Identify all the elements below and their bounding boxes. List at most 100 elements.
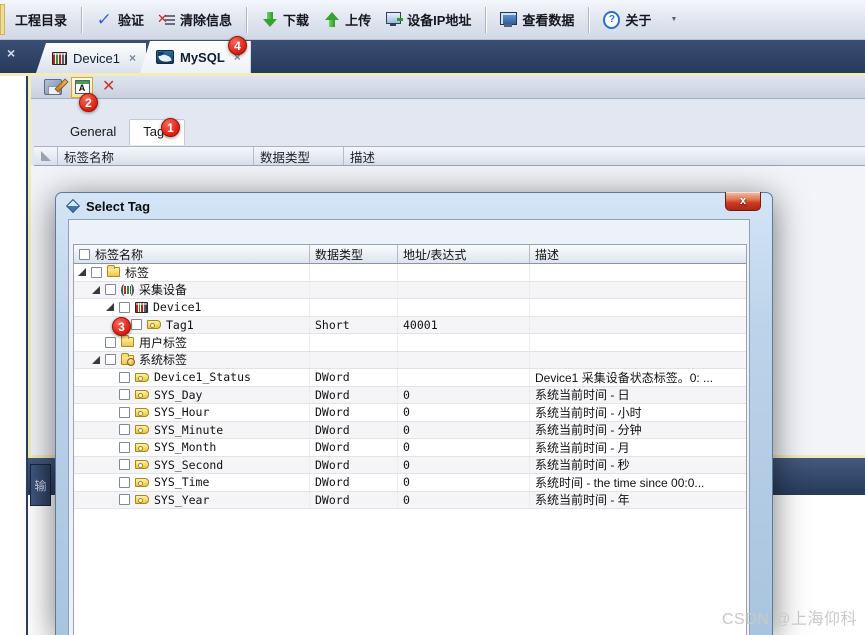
tag-name: Device1 <box>153 300 202 315</box>
dialog-titlebar[interactable]: Select Tag x <box>56 192 772 219</box>
tag-row-Device1_Status[interactable]: Device1_Status DWord Device1 采集设备状态标签。0: .… <box>74 369 746 387</box>
tag-name: SYS_Year <box>154 492 210 507</box>
app-window: 工程目录 验证 清除信息 下载 上传 设备IP地址 查看数据 关于 × Device1 × M… <box>0 0 865 635</box>
toolbar-button-device-ip[interactable]: 设备IP地址 <box>378 6 478 33</box>
check-icon <box>96 11 113 28</box>
tab-device1-close-icon[interactable]: × <box>129 51 136 65</box>
tag-checkbox[interactable] <box>105 336 116 348</box>
select-all-checkbox[interactable] <box>79 248 90 260</box>
column-data-type[interactable]: 数据类型 <box>254 147 344 165</box>
tag-icon <box>135 407 149 417</box>
tag-row-SYS_Second[interactable]: SYS_Second DWord 0 系统当前时间 - 秒 <box>74 456 746 474</box>
header-description[interactable]: 描述 <box>530 245 746 263</box>
dialog-content: 标签名称 数据类型 地址/表达式 描述 标签 采集设备 Device1 Tag1 Sho… <box>68 219 750 635</box>
tag-row-SYS_Day[interactable]: SYS_Day DWord 0 系统当前时间 - 日 <box>74 386 746 404</box>
column-description[interactable]: 描述 <box>344 147 865 165</box>
tag-name: SYS_Hour <box>154 405 210 420</box>
tag-checkbox[interactable] <box>119 494 130 506</box>
toolbar-button-project-dir[interactable]: 工程目录 <box>8 6 74 33</box>
tag-address: 0 <box>398 439 530 456</box>
left-rail <box>0 73 28 635</box>
toolbar-button-download[interactable]: 下载 <box>254 6 316 33</box>
tag-description <box>530 299 746 316</box>
tag-address <box>398 299 530 316</box>
delete-icon[interactable]: ✕ <box>102 79 115 95</box>
editor-toolbar: ✕ <box>31 76 865 99</box>
toolbar-button-label: 查看数据 <box>522 13 575 28</box>
tag-checkbox[interactable] <box>105 354 116 366</box>
tag-address: 0 <box>398 491 530 508</box>
tag-data-type: DWord <box>310 421 398 438</box>
column-tag-name[interactable]: 标签名称 <box>58 147 254 165</box>
toolbar-button-about[interactable]: 关于 <box>596 6 658 33</box>
tag-description: 系统当前时间 - 月 <box>535 440 630 455</box>
tag-checkbox[interactable] <box>119 406 130 418</box>
tab-general[interactable]: General <box>57 120 129 145</box>
device-rack-icon <box>52 51 67 65</box>
tag-data-type: DWord <box>310 474 398 491</box>
document-tabs: Device1 × MySQL × <box>36 40 251 73</box>
save-icon[interactable] <box>44 79 62 95</box>
close-panel-icon[interactable]: × <box>7 46 15 60</box>
dialog-close-button[interactable]: x <box>725 192 761 211</box>
folder-sys-icon <box>121 352 135 366</box>
toolbar-button-upload[interactable]: 上传 <box>316 6 378 33</box>
expander-icon[interactable] <box>106 303 114 312</box>
tag-row-SYS_Time[interactable]: SYS_Time DWord 0 系统时间 - the time since 00:0… <box>74 474 746 492</box>
toolbar-button-clear-info[interactable]: 清除信息 <box>151 6 239 33</box>
selector-triangle-icon <box>40 151 51 161</box>
tag-address <box>398 369 530 386</box>
step-badge-3: 3 <box>112 317 131 336</box>
tag-data-type: DWord <box>310 369 398 386</box>
tag-row-Tag1[interactable]: Tag1 Short 40001 <box>74 316 746 334</box>
row-selector-header[interactable] <box>34 147 58 165</box>
tag-checkbox[interactable] <box>119 424 130 436</box>
expander-icon[interactable] <box>78 268 86 277</box>
tab-device1[interactable]: Device1 × <box>36 43 146 73</box>
tag-icon <box>135 495 149 505</box>
tag-row-系统标签[interactable]: 系统标签 <box>74 351 746 369</box>
tag-row-用户标签[interactable]: 用户标签 <box>74 334 746 352</box>
header-tag-name[interactable]: 标签名称 <box>74 245 310 263</box>
tag-checkbox[interactable] <box>119 389 130 401</box>
tag-data-type <box>310 264 398 281</box>
tab-mysql-label: MySQL <box>179 49 225 65</box>
header-address[interactable]: 地址/表达式 <box>398 245 530 263</box>
tag-row-采集设备[interactable]: 采集设备 <box>74 281 746 299</box>
toolbar-button-view-data[interactable]: 查看数据 <box>493 6 581 33</box>
tag-row-标签[interactable]: 标签 <box>74 264 746 282</box>
tag-row-Device1[interactable]: Device1 <box>74 299 746 317</box>
tag-data-type: Short <box>310 316 398 333</box>
tag-address: 0 <box>398 474 530 491</box>
tag-description <box>530 334 746 351</box>
tag-checkbox[interactable] <box>119 371 130 383</box>
expander-icon[interactable] <box>92 355 100 364</box>
folder-icon <box>121 335 134 348</box>
tag-row-SYS_Month[interactable]: SYS_Month DWord 0 系统当前时间 - 月 <box>74 439 746 457</box>
expander-icon[interactable] <box>92 285 100 294</box>
toolbar-button-more[interactable] <box>658 7 689 32</box>
tag-checkbox[interactable] <box>91 266 102 278</box>
tag-row-SYS_Hour[interactable]: SYS_Hour DWord 0 系统当前时间 - 小时 <box>74 404 746 422</box>
tag-checkbox[interactable] <box>119 301 130 313</box>
tag-description: 系统当前时间 - 小时 <box>535 405 642 420</box>
tag-address: 0 <box>398 456 530 473</box>
header-data-type[interactable]: 数据类型 <box>310 245 398 263</box>
clear-icon <box>157 11 176 28</box>
output-panel-tab[interactable]: 输 <box>30 464 51 506</box>
tag-address: 40001 <box>398 316 530 333</box>
toolbar-button-validate[interactable]: 验证 <box>89 6 151 33</box>
dialog-table-body: 标签 采集设备 Device1 Tag1 Short 40001 用户标签 系统标签 Devic… <box>74 264 746 509</box>
tag-description: 系统当前时间 - 日 <box>535 388 630 403</box>
tag-checkbox[interactable] <box>131 319 142 331</box>
tag-name: 系统标签 <box>139 353 188 368</box>
tag-description <box>530 264 746 281</box>
tag-row-SYS_Minute[interactable]: SYS_Minute DWord 0 系统当前时间 - 分钟 <box>74 421 746 439</box>
tag-checkbox[interactable] <box>119 476 130 488</box>
tag-checkbox[interactable] <box>105 284 116 296</box>
tag-data-type <box>310 351 398 368</box>
tag-row-SYS_Year[interactable]: SYS_Year DWord 0 系统当前时间 - 年 <box>74 491 746 509</box>
tag-checkbox[interactable] <box>119 441 130 453</box>
tag-address <box>398 351 530 368</box>
tag-checkbox[interactable] <box>119 459 130 471</box>
